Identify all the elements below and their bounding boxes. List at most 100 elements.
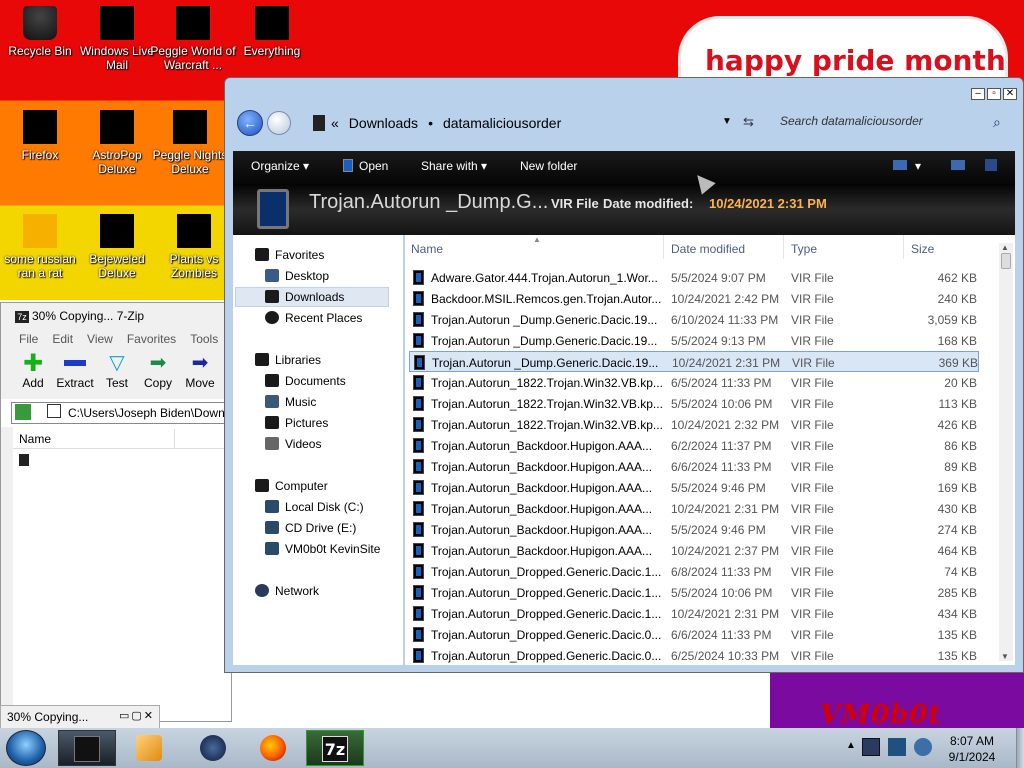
file-row[interactable]: Trojan.Autorun_Backdoor.Hupigon.AAA... 10… (409, 540, 979, 561)
copying-progress-window[interactable]: 30% Copying... ▭▢✕ (0, 705, 160, 729)
taskbar-internet[interactable] (184, 730, 242, 766)
breadcrumb[interactable]: « Downloads • datamaliciousorder (331, 115, 571, 131)
extract-button[interactable]: Extract (55, 353, 95, 390)
nav-local-disk[interactable]: Local Disk (C:) (265, 500, 364, 514)
desktop-icon-recycle-bin[interactable]: Recycle Bin (0, 0, 80, 58)
sevenzip-column-name[interactable]: Name (13, 429, 233, 449)
desktop-icon-peggle-nights[interactable]: Peggle Nights Deluxe (150, 104, 230, 176)
desktop-icon-peggle-wow[interactable]: Peggle World of Warcraft ... (146, 0, 240, 72)
nav-cd-drive[interactable]: CD Drive (E:) (265, 521, 356, 535)
breadcrumb-downloads[interactable]: Downloads (349, 115, 418, 131)
file-row[interactable]: Trojan.Autorun_Dropped.Generic.Dacic.1..… (409, 561, 979, 582)
show-desktop-button[interactable] (1016, 728, 1024, 768)
file-row[interactable]: Backdoor.MSIL.Remcos.gen.Trojan.Autor...… (409, 288, 979, 309)
desktop-icon-astropop[interactable]: AstroPop Deluxe (77, 104, 157, 176)
move-button[interactable]: ➡ Move (180, 353, 220, 390)
minimize-button[interactable]: – (971, 88, 985, 100)
menu-view[interactable]: View (87, 332, 113, 346)
nav-libraries[interactable]: Libraries (255, 353, 321, 367)
file-row[interactable]: Trojan.Autorun _Dump.Generic.Dacic.19...… (409, 309, 979, 330)
share-with-button[interactable]: Share with ▾ (421, 159, 487, 173)
desktop-icon-russian-rat[interactable]: some russian ran a rat (0, 208, 80, 280)
desktop-icon-windows-live-mail[interactable]: Windows Live Mail (77, 0, 157, 72)
file-row[interactable]: Trojan.Autorun_Backdoor.Hupigon.AAA... 6/… (409, 435, 979, 456)
sevenzip-titlebar[interactable]: 7z 30% Copying... 7-Zip (1, 303, 233, 329)
scrollbar-thumb[interactable] (1001, 253, 1011, 269)
file-icon[interactable] (19, 454, 29, 466)
file-row[interactable]: Trojan.Autorun_Backdoor.Hupigon.AAA... 6/… (409, 456, 979, 477)
new-folder-button[interactable]: New folder (520, 159, 577, 173)
menu-favorites[interactable]: Favorites (127, 332, 176, 346)
chevron-up-icon[interactable]: ▲ (846, 740, 856, 751)
file-row[interactable]: Trojan.Autorun_Dropped.Generic.Dacic.0..… (409, 624, 979, 645)
nav-desktop[interactable]: Desktop (265, 269, 329, 283)
nav-favorites[interactable]: Favorites (255, 248, 324, 262)
file-row[interactable]: Trojan.Autorun_1822.Trojan.Win32.VB.kp..… (409, 372, 979, 393)
test-button[interactable]: ▽ Test (97, 353, 137, 390)
search-icon[interactable]: ⌕ (993, 114, 1001, 131)
column-size[interactable]: Size (911, 242, 934, 256)
file-row[interactable]: Trojan.Autorun_Dropped.Generic.Dacic.1..… (409, 582, 979, 603)
forward-button[interactable] (267, 111, 291, 135)
action-center-icon[interactable] (888, 738, 906, 756)
desktop-icon-pvz[interactable]: Plants vs Zombies (154, 208, 234, 280)
desktop-icon-everything[interactable]: Everything (232, 0, 312, 58)
file-row[interactable]: Trojan.Autorun_Dropped.Generic.Dacic.0..… (409, 645, 979, 666)
open-button[interactable]: Open (343, 159, 388, 173)
help-button[interactable] (985, 159, 997, 174)
nav-documents[interactable]: Documents (265, 374, 346, 388)
file-row[interactable]: Trojan.Autorun _Dump.Generic.Dacic.19...… (409, 330, 979, 351)
taskbar-7zip[interactable]: 7z (306, 730, 364, 766)
column-name[interactable]: Name (411, 242, 443, 256)
maximize-button[interactable]: ▫ (987, 88, 1001, 100)
desktop-icon-firefox[interactable]: Firefox (0, 104, 80, 162)
sevenzip-path-field[interactable]: C:\Users\Joseph Biden\Downl (11, 402, 233, 424)
nav-videos[interactable]: Videos (265, 437, 321, 451)
nav-vm0b0t-kevinsite[interactable]: VM0b0t KevinSite (265, 542, 380, 556)
start-button[interactable] (6, 730, 46, 766)
file-row[interactable]: Trojan.Autorun_Dropped.Generic.Dacic.1..… (409, 603, 979, 624)
file-row[interactable]: Trojan.Autorun_1822.Trojan.Win32.VB.kp..… (409, 414, 979, 435)
nav-recent-places[interactable]: Recent Places (265, 311, 362, 325)
search-input[interactable]: Search datamaliciousorder (780, 114, 923, 128)
column-type[interactable]: Type (791, 242, 817, 256)
view-options-button[interactable]: ▾ (893, 159, 921, 173)
preview-pane-button[interactable] (951, 159, 965, 173)
up-folder-icon[interactable] (15, 404, 31, 420)
menu-file[interactable]: File (19, 332, 38, 346)
window-controls[interactable]: ▭▢✕ (119, 709, 155, 722)
network-tray-icon[interactable] (862, 738, 880, 756)
nav-network[interactable]: Network (255, 584, 319, 598)
organize-button[interactable]: Organize ▾ (251, 159, 309, 173)
nav-music[interactable]: Music (265, 395, 316, 409)
explorer-window[interactable]: – ▫ ✕ ← «Downloads • datamaliciousorder ▼ ⇆ … (224, 77, 1024, 673)
copy-button[interactable]: ➡ Copy (138, 353, 178, 390)
menu-edit[interactable]: Edit (52, 332, 73, 346)
refresh-icon[interactable]: ⇆ (743, 114, 754, 130)
back-button[interactable]: ← (237, 110, 263, 136)
file-row[interactable]: Trojan.Autorun_Backdoor.Hupigon.AAA... 5/… (409, 519, 979, 540)
scroll-down-icon[interactable]: ▼ (1001, 652, 1009, 661)
nav-computer[interactable]: Computer (255, 479, 328, 493)
scroll-up-icon[interactable]: ▲ (1001, 243, 1009, 252)
volume-icon[interactable] (914, 738, 932, 756)
vertical-scrollbar[interactable]: ▲ ▼ (999, 243, 1013, 661)
file-row[interactable]: Trojan.Autorun _Dump.Generic.Dacic.19...… (409, 351, 979, 372)
nav-downloads[interactable]: Downloads (265, 290, 344, 304)
file-row[interactable]: Trojan.Autorun_1822.Trojan.Win32.VB.kp..… (409, 393, 979, 414)
taskbar-explorer[interactable] (58, 730, 116, 766)
close-button[interactable]: ✕ (1003, 88, 1017, 100)
breadcrumb-datamaliciousorder[interactable]: datamaliciousorder (443, 115, 561, 131)
nav-pictures[interactable]: Pictures (265, 416, 328, 430)
sevenzip-window[interactable]: 7z 30% Copying... 7-Zip File Edit View Favor… (0, 302, 233, 723)
clock[interactable]: 8:07 AM 9/1/2024 (944, 733, 1000, 765)
file-row[interactable]: Adware.Gator.444.Trojan.Autorun_1.Wor...… (409, 267, 979, 288)
taskbar-media-player[interactable] (120, 730, 178, 766)
file-row[interactable]: Trojan.Autorun_Backdoor.Hupigon.AAA... 10… (409, 498, 979, 519)
add-button[interactable]: ✚ Add (13, 351, 53, 390)
column-date-modified[interactable]: Date modified (671, 242, 745, 256)
file-row[interactable]: Trojan.Autorun_Backdoor.Hupigon.AAA... 5/… (409, 477, 979, 498)
desktop-icon-bejeweled[interactable]: Bejeweled Deluxe (77, 208, 157, 280)
taskbar-firefox[interactable] (244, 730, 302, 766)
chevron-down-icon[interactable]: ▼ (722, 116, 732, 127)
